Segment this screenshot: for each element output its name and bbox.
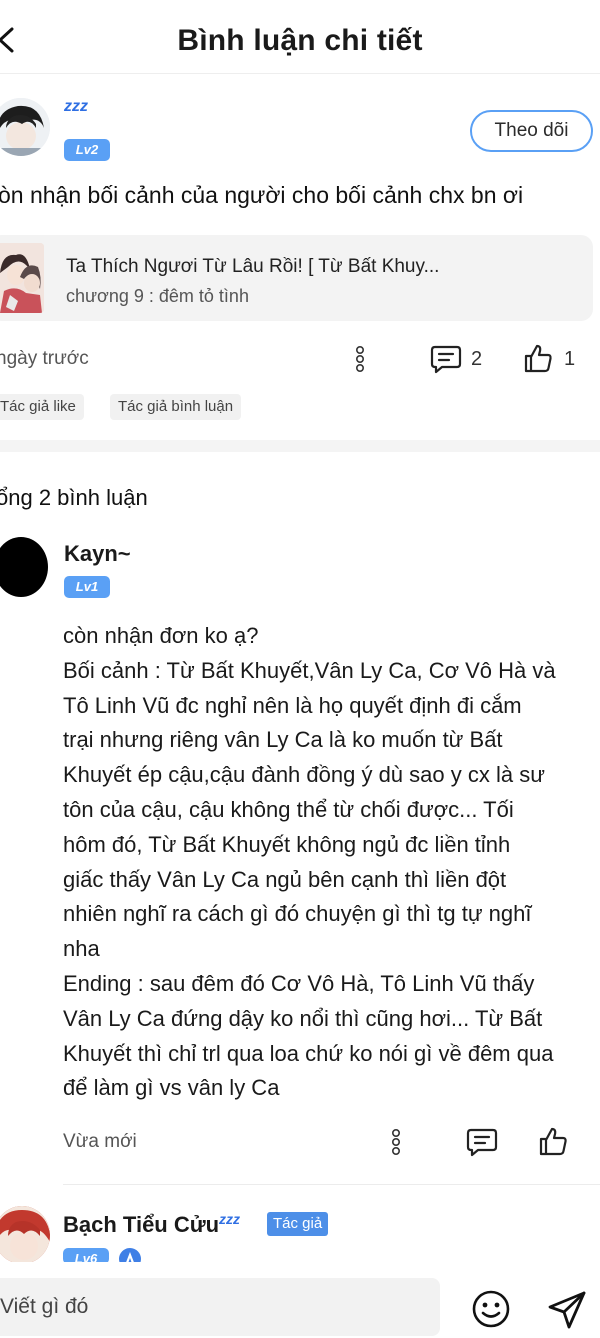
commenter-name[interactable]: Bạch Tiểu Cửu: [63, 1212, 219, 1238]
chapter-title: Ta Thích Ngươi Từ Lâu Rồi! [ Từ Bất Khuy…: [66, 256, 440, 277]
comments-total: ổng 2 bình luận: [0, 485, 148, 510]
sleep-icon: zzz: [64, 98, 88, 115]
comment-count: 2: [471, 348, 483, 370]
comment-icon[interactable]: [430, 344, 462, 374]
input-container: [0, 1278, 440, 1336]
avatar[interactable]: [0, 1206, 50, 1264]
more-vertical-icon[interactable]: [354, 345, 366, 373]
avatar[interactable]: [0, 98, 50, 156]
thumbs-up-icon[interactable]: [523, 343, 553, 373]
page-title: Bình luận chi tiết: [177, 24, 423, 57]
comment-icon[interactable]: [466, 1127, 498, 1157]
sleep-icon: zzz: [219, 1211, 240, 1227]
smile-icon[interactable]: [471, 1289, 511, 1329]
comment-divider: [63, 1184, 600, 1185]
thumbs-up-icon[interactable]: [538, 1126, 568, 1156]
avatar[interactable]: [0, 537, 48, 597]
chapter-cover-image: [0, 243, 44, 313]
level-badge: Lv2: [64, 139, 110, 161]
commenter-name[interactable]: Kayn~: [64, 541, 131, 567]
comment-text: còn nhận đơn ko ạ? Bối cảnh : Từ Bất Khu…: [63, 623, 556, 1101]
chapter-card[interactable]: Ta Thích Ngươi Từ Lâu Rồi! [ Từ Bất Khuy…: [0, 235, 593, 321]
post-time: ngày trước: [0, 348, 89, 369]
level-badge: Lv1: [64, 576, 110, 598]
tag-author-comment: Tác giả bình luận: [110, 394, 242, 420]
more-vertical-icon[interactable]: [390, 1128, 402, 1156]
section-divider: [0, 440, 600, 452]
chapter-subtitle: chương 9 : đêm tỏ tình: [66, 286, 249, 306]
comment-time: Vừa mới: [63, 1131, 137, 1152]
status-strip: [0, 0, 600, 8]
like-count: 1: [564, 348, 576, 370]
header-bar: Bình luận chi tiết: [0, 8, 600, 74]
comment-input-bar: [0, 1262, 600, 1338]
post-text: òn nhận bối cảnh của người cho bối cảnh …: [0, 182, 524, 208]
tag-author-like: Tác giả like: [0, 394, 84, 420]
comment-input[interactable]: [0, 1278, 430, 1336]
send-icon[interactable]: [546, 1289, 588, 1331]
author-badge: Tác giả: [267, 1212, 329, 1236]
follow-button[interactable]: Theo dõi: [470, 110, 593, 152]
